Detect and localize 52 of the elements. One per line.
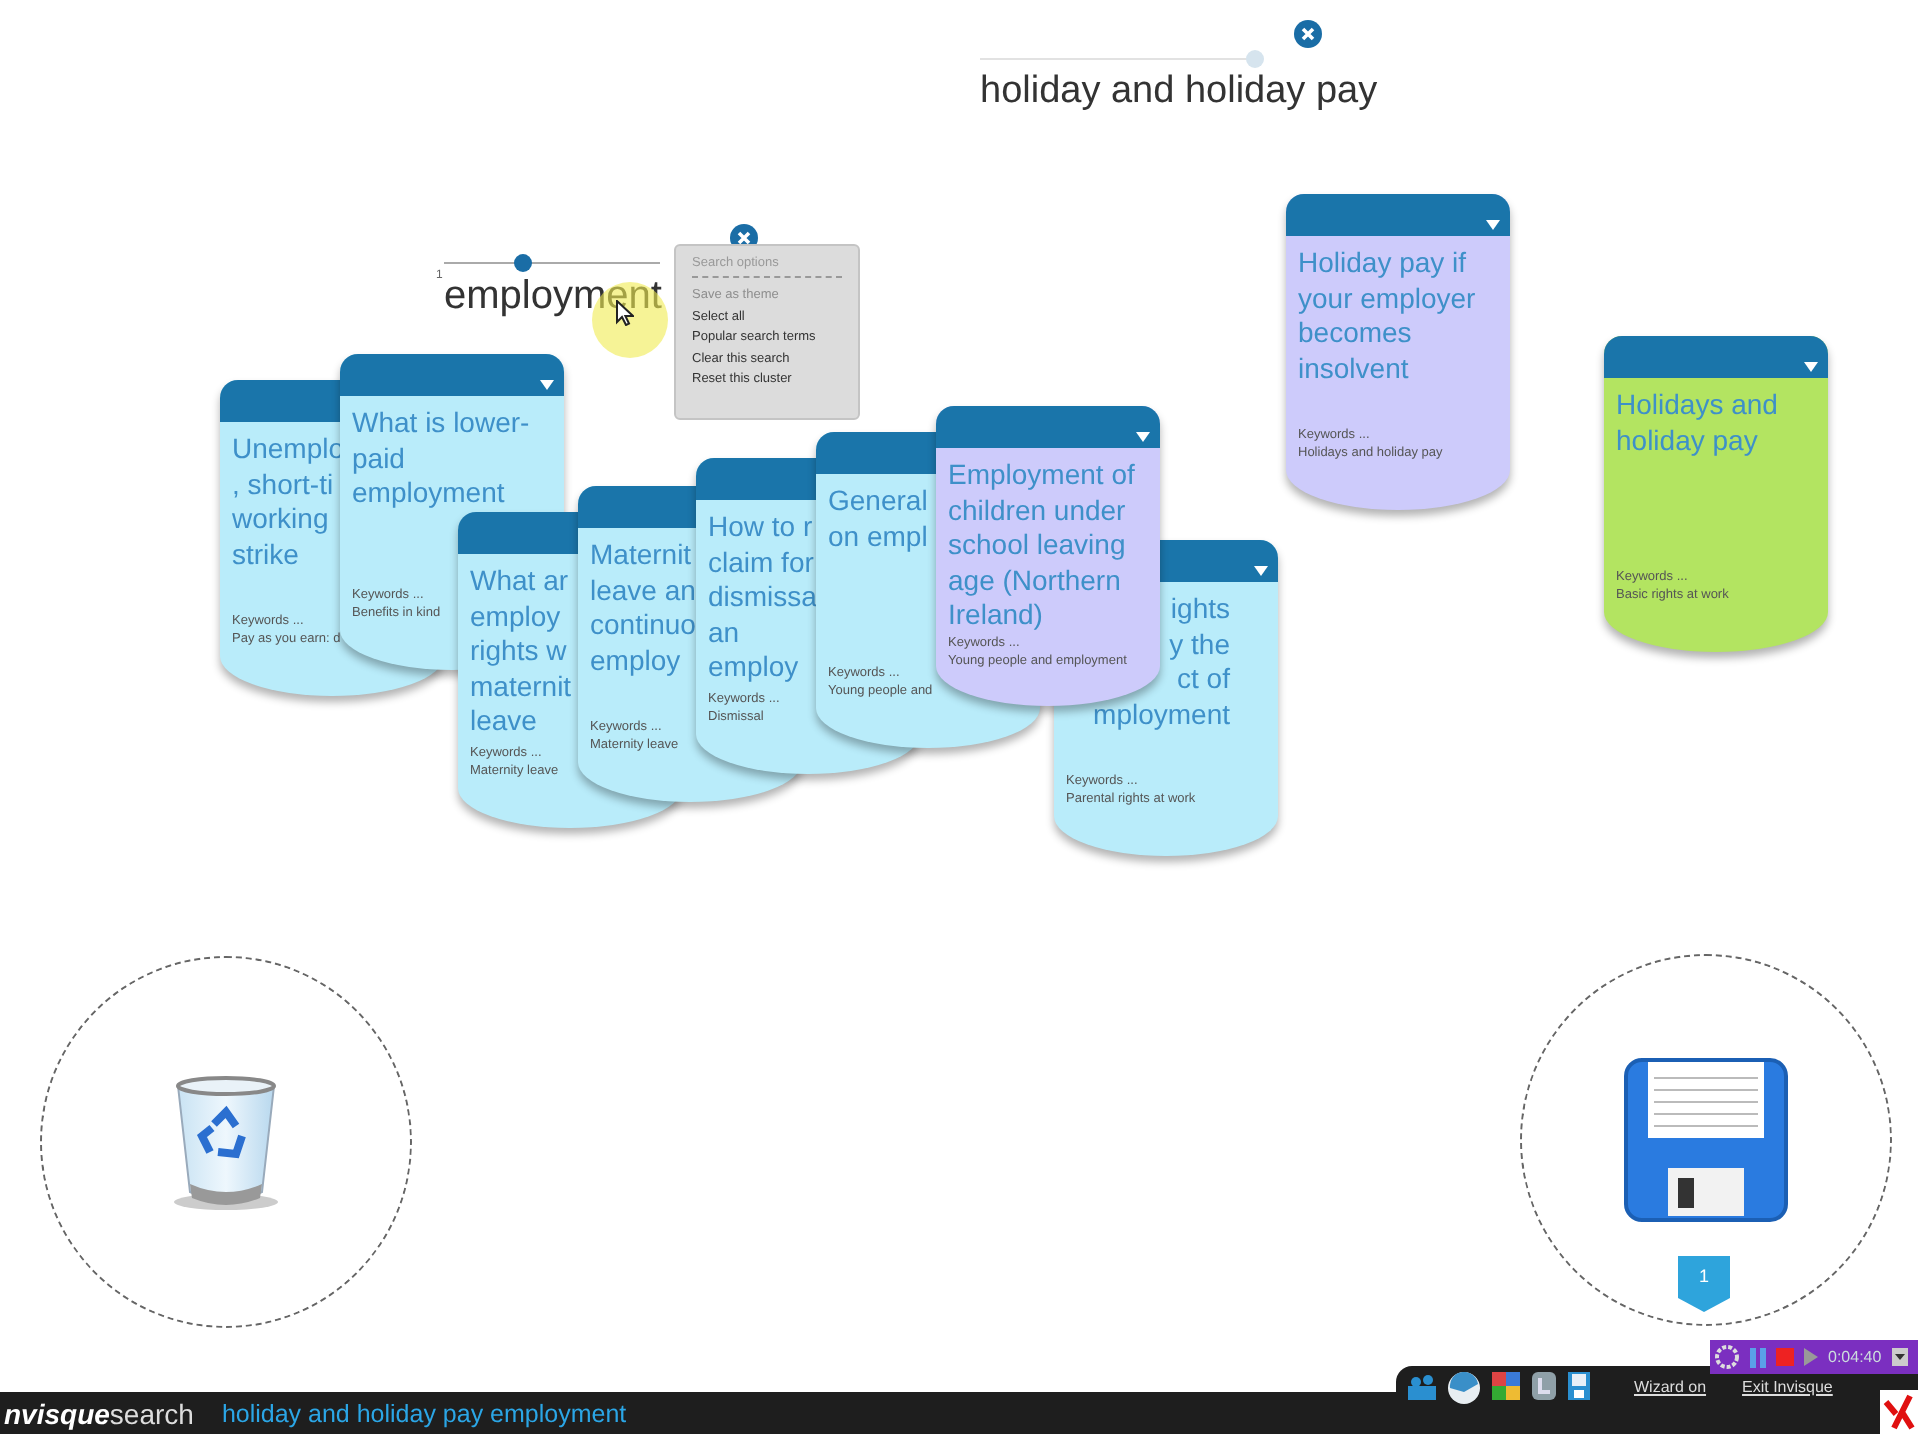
dropdown-icon[interactable]: [1254, 566, 1268, 576]
exit-link[interactable]: Exit Invisque: [1742, 1378, 1833, 1396]
search-breadcrumb[interactable]: holiday and holiday pay employment: [221, 1399, 627, 1427]
dropdown-icon[interactable]: [540, 380, 554, 390]
recording-time: 0:04:40: [1828, 1348, 1882, 1366]
card-title-line: employ: [708, 650, 799, 685]
close-icon[interactable]: [1294, 20, 1322, 48]
slider-handle[interactable]: [1246, 50, 1265, 68]
relevance-slider[interactable]: [444, 254, 660, 272]
dropdown-icon[interactable]: [1486, 220, 1500, 230]
slider-handle[interactable]: [513, 254, 532, 272]
brand-suffix: search: [109, 1397, 194, 1429]
card-title-line: paid: [352, 441, 405, 476]
card-title-line: an: [708, 615, 740, 650]
card-title-line: Unemplo: [232, 432, 345, 467]
card-title-line: Holidays and: [1616, 388, 1778, 423]
card-title-line: strike: [232, 537, 299, 572]
count-badge: 1: [1678, 1256, 1730, 1312]
card-title-line: What ar: [470, 564, 569, 599]
card-title-line: your employer: [1298, 281, 1476, 316]
brand-name: nvisque: [4, 1397, 110, 1429]
relevance-slider[interactable]: [980, 50, 1260, 68]
globe-icon[interactable]: [1448, 1372, 1480, 1404]
play-icon[interactable]: [1804, 1348, 1818, 1366]
search-term[interactable]: employment: [444, 274, 662, 320]
pause-icon[interactable]: [1750, 1347, 1766, 1367]
dropdown-icon[interactable]: [1891, 1348, 1908, 1366]
people-icon[interactable]: [1408, 1372, 1436, 1400]
card-title-line: y the: [1169, 627, 1230, 662]
card-title-line: working: [232, 502, 329, 537]
card-title-line: ights: [1170, 592, 1230, 627]
logo-icon: [1880, 1390, 1918, 1434]
card-title-line: insolvent: [1298, 351, 1409, 386]
dropdown-icon[interactable]: [1804, 362, 1818, 372]
card-title-line: rights w: [470, 634, 567, 669]
card-title-line: employ: [590, 643, 681, 678]
card-title-line: leave: [470, 704, 537, 739]
tile-icon[interactable]: [1532, 1372, 1556, 1400]
card-title-line: maternit: [470, 669, 572, 704]
search-term[interactable]: holiday and holiday pay: [980, 70, 1378, 114]
card-title-line: , short-ti: [232, 467, 334, 502]
wizard-link[interactable]: Wizard on: [1634, 1378, 1707, 1396]
card-title-line: ct of: [1177, 662, 1230, 697]
card-title-line: Holiday pay if: [1298, 246, 1467, 281]
card-title-line: Ireland): [948, 598, 1043, 633]
trash-drop-zone[interactable]: [40, 956, 412, 1328]
spinner-icon: [1714, 1344, 1740, 1370]
card-title-line: holiday pay: [1616, 423, 1758, 458]
recycle-bin-icon[interactable]: [170, 1072, 282, 1212]
card-title-line: becomes: [1298, 316, 1412, 351]
card-title-line: employ: [470, 599, 561, 634]
dropdown-icon[interactable]: [1136, 432, 1150, 442]
